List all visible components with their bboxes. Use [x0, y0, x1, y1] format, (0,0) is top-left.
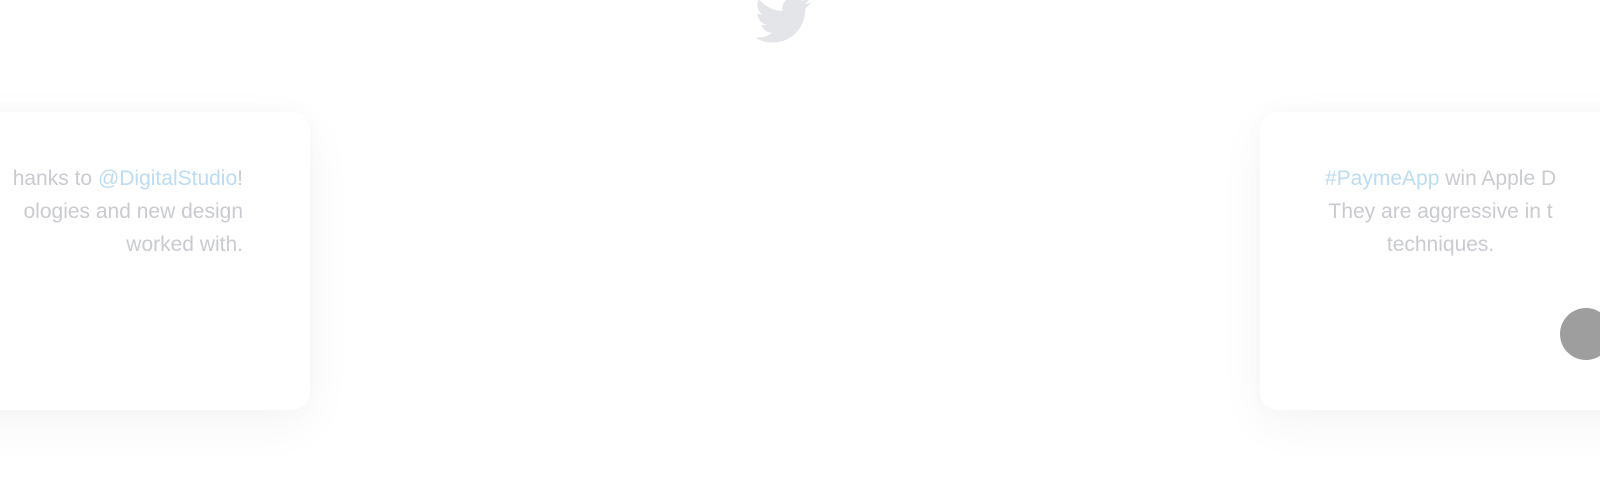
tweet-line: ologies and new design: [23, 200, 244, 223]
testimonial-card: hanks to @DigitalStudio! ologies and new…: [0, 112, 310, 410]
tweet-text: #PaymeApp win Apple D They are aggressiv…: [1325, 162, 1556, 261]
tweet-line: #PaymeApp win Apple D: [1325, 162, 1556, 195]
tweet-line: They are aggressive in t: [1328, 200, 1553, 223]
tweet-line: hanks to @DigitalStudio!: [13, 162, 243, 195]
tweet-text-fragment: hanks to: [12, 167, 98, 190]
testimonials-section: hanks to @DigitalStudio! ologies and new…: [0, 0, 1600, 493]
tweet-line: techniques.: [1386, 233, 1495, 256]
tweet-text: hanks to @DigitalStudio! ologies and new…: [13, 162, 243, 261]
tweet-text-fragment: win Apple D: [1439, 167, 1557, 190]
avatar: [1560, 308, 1600, 360]
tweet-line: worked with.: [126, 233, 243, 256]
tweet-text-fragment: !: [237, 167, 243, 190]
twitter-bird-icon: [756, 0, 812, 48]
testimonial-card: #PaymeApp win Apple D They are aggressiv…: [1260, 112, 1600, 410]
mention-link[interactable]: @DigitalStudio: [98, 167, 237, 190]
hashtag-link[interactable]: #PaymeApp: [1325, 167, 1439, 190]
